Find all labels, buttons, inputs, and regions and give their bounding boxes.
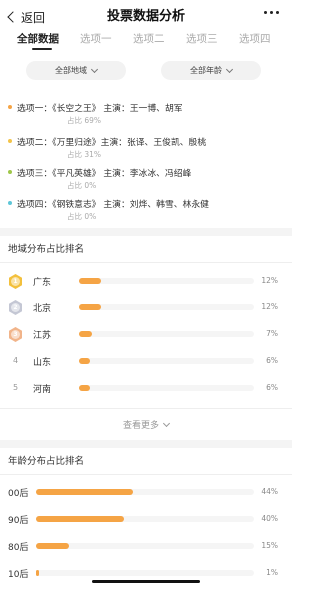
- age-bar-track: [36, 570, 254, 576]
- age-bar: [36, 543, 69, 549]
- option-share: 占比 0%: [67, 212, 97, 221]
- active-tab-indicator: [32, 48, 52, 50]
- option-color-dot: [8, 105, 12, 109]
- chevron-down-icon: [162, 419, 171, 428]
- region-percent: 7%: [266, 329, 278, 338]
- age-percent: 44%: [261, 487, 278, 496]
- chevron-down-icon: [225, 65, 234, 73]
- bronze-medal-icon: 3: [9, 327, 22, 342]
- option-color-dot: [8, 139, 12, 143]
- region-percent: 12%: [261, 276, 278, 285]
- region-name: 江苏: [33, 331, 52, 341]
- region-bar: [79, 304, 101, 310]
- divider: [0, 474, 292, 475]
- region-section-title: 地域分布占比排名: [8, 244, 85, 255]
- gold-medal-icon: 1: [9, 274, 22, 289]
- age-bar-track: [36, 489, 254, 495]
- age-bar-track: [36, 516, 254, 522]
- option-share: 占比 0%: [67, 181, 97, 190]
- region-row: 4 山东 6%: [0, 354, 292, 370]
- age-filter-dropdown[interactable]: 全部年龄: [161, 61, 261, 80]
- divider: [0, 262, 292, 263]
- region-bar-track: [79, 278, 254, 284]
- region-filter-dropdown[interactable]: 全部地域: [26, 61, 126, 80]
- age-percent: 15%: [261, 541, 278, 550]
- option-text: 选项二：《万里归途》主演：张译、王俊凯、殷桃: [17, 138, 207, 148]
- age-filter-label: 全部年龄: [190, 66, 222, 75]
- age-bar: [36, 516, 124, 522]
- page-title: 投票数据分析: [106, 9, 185, 24]
- divider: [0, 408, 292, 409]
- age-group-name: 10后: [8, 570, 29, 580]
- option-text: 选项三：《平凡英雄》 主演：李冰冰、冯绍峰: [17, 169, 192, 179]
- region-percent: 6%: [266, 383, 278, 392]
- age-section-title: 年龄分布占比排名: [8, 456, 85, 467]
- region-row: 5 河南 6%: [0, 381, 292, 397]
- region-bar: [79, 331, 92, 337]
- age-row: 00后 44%: [0, 485, 292, 501]
- age-group-name: 80后: [8, 543, 29, 553]
- region-bar: [79, 358, 90, 364]
- age-row: 90后 40%: [0, 512, 292, 528]
- region-bar-track: [79, 385, 254, 391]
- region-filter-label: 全部地域: [55, 66, 87, 75]
- region-name: 山东: [33, 358, 52, 368]
- region-bar-track: [79, 331, 254, 337]
- section-separator: [0, 228, 292, 236]
- region-row: 1 广东 12%: [0, 274, 292, 290]
- option-text: 选项四：《钢铁意志》 主演：刘烨、韩雪、林永健: [17, 200, 209, 210]
- age-bar: [36, 570, 39, 576]
- region-row: 2 北京 12%: [0, 300, 292, 316]
- region-row: 3 江苏 7%: [0, 327, 292, 343]
- option-share: 占比 69%: [67, 116, 102, 125]
- option-share: 占比 31%: [67, 150, 102, 159]
- silver-medal-icon: 2: [9, 300, 22, 315]
- region-percent: 6%: [266, 356, 278, 365]
- age-percent: 1%: [266, 568, 278, 577]
- rank-number: 4: [13, 356, 19, 365]
- age-group-name: 00后: [8, 489, 29, 499]
- tab-option-2[interactable]: 选项二: [133, 31, 165, 46]
- region-name: 北京: [33, 304, 52, 314]
- region-bar: [79, 385, 90, 391]
- section-separator: [0, 440, 292, 448]
- age-row: 80后 15%: [0, 539, 292, 555]
- age-bar: [36, 489, 133, 495]
- age-group-name: 90后: [8, 516, 29, 526]
- region-bar: [79, 278, 101, 284]
- home-indicator: [92, 580, 200, 583]
- nav-bar: 返回 投票数据分析: [0, 0, 292, 26]
- tab-option-1[interactable]: 选项一: [80, 31, 112, 46]
- chevron-down-icon: [90, 65, 99, 73]
- option-text: 选项一：《长空之王》 主演：王一博、胡军: [17, 104, 183, 114]
- region-name: 河南: [33, 385, 52, 395]
- rank-number: 5: [13, 383, 19, 392]
- region-bar-track: [79, 304, 254, 310]
- option-color-dot: [8, 201, 12, 205]
- more-menu-icon[interactable]: [264, 11, 279, 14]
- region-name: 广东: [33, 278, 52, 288]
- region-bar-track: [79, 358, 254, 364]
- tab-option-3[interactable]: 选项三: [186, 31, 218, 46]
- age-percent: 40%: [261, 514, 278, 523]
- see-more-label: 查看更多: [122, 421, 159, 431]
- tab-option-4[interactable]: 选项四: [239, 31, 271, 46]
- age-bar-track: [36, 543, 254, 549]
- region-percent: 12%: [261, 302, 278, 311]
- option-color-dot: [8, 170, 12, 174]
- option-tabs: 全部数据 选项一 选项二 选项三 选项四: [0, 28, 292, 50]
- see-more-button[interactable]: 查看更多: [0, 418, 292, 431]
- tab-all-data[interactable]: 全部数据: [17, 31, 59, 46]
